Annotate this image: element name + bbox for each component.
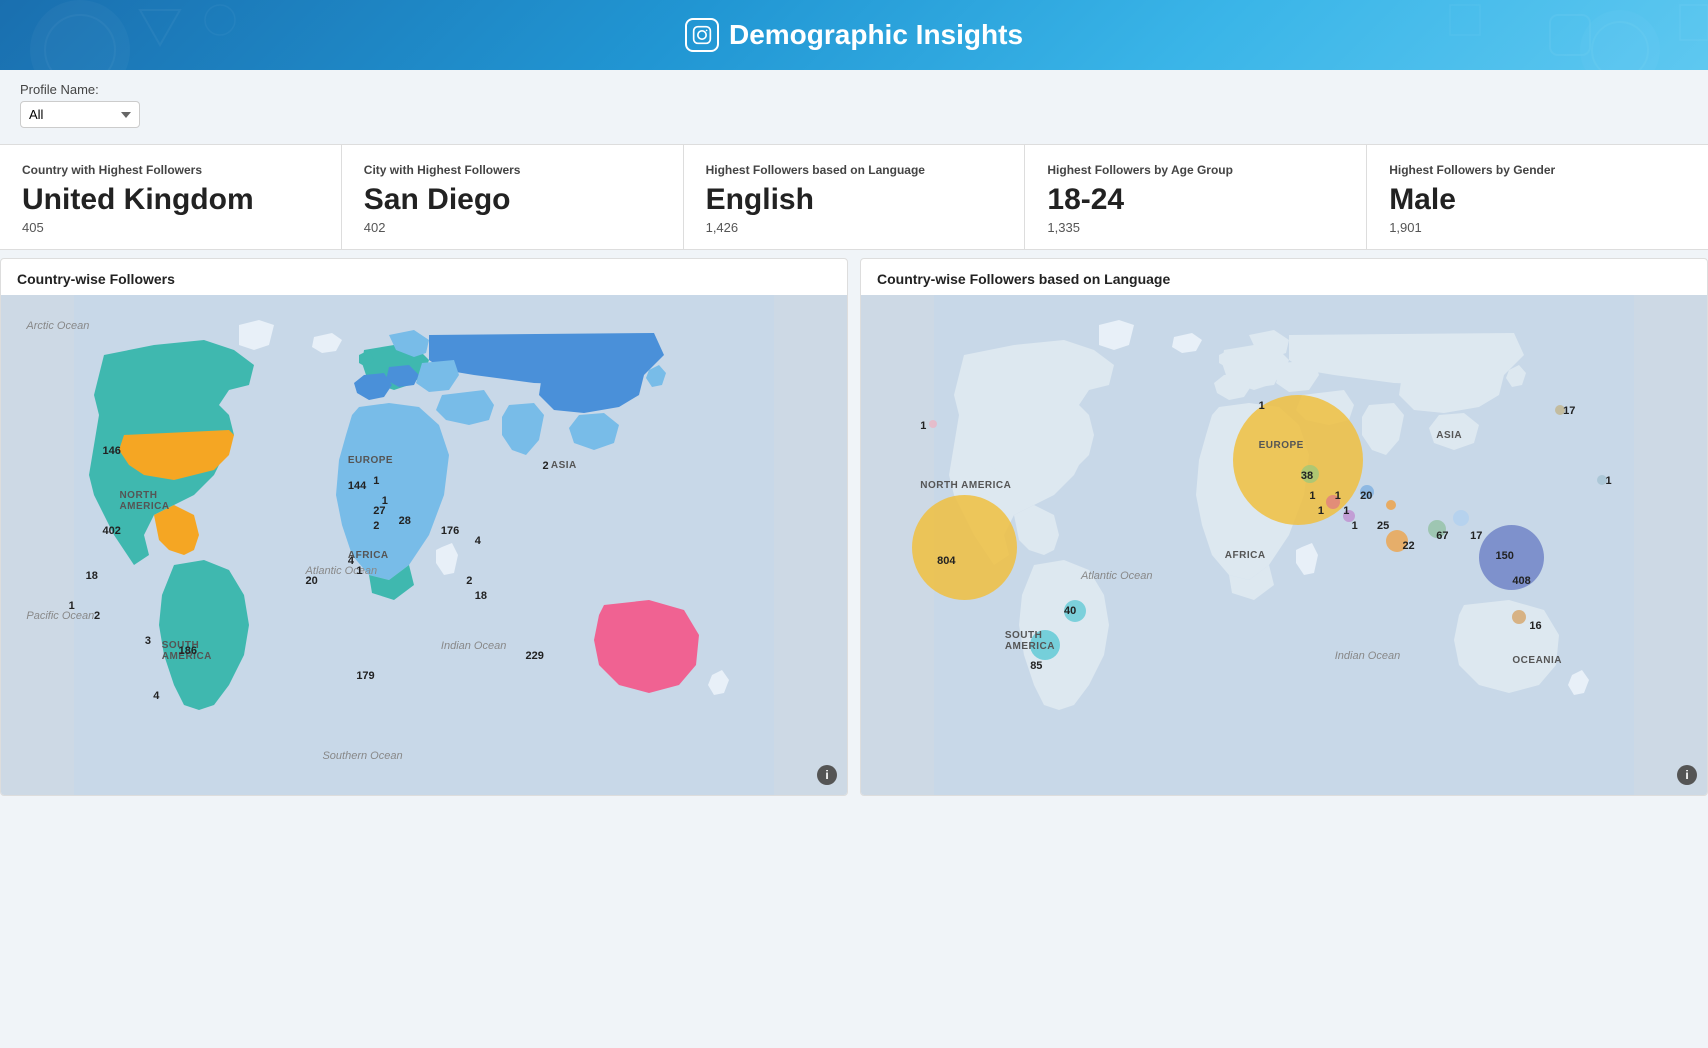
ocean-label-southern: Southern Ocean	[322, 750, 402, 762]
stat-card-gender-label: Highest Followers by Gender	[1389, 163, 1686, 177]
region-europe: EUROPE	[348, 455, 393, 466]
rmap-num-1f: 1	[1343, 505, 1349, 517]
stat-card-age-value: 18-24	[1047, 183, 1344, 216]
rmap-num-20: 20	[1360, 490, 1372, 502]
map-num-2d: 2	[542, 460, 548, 472]
rmap-num-804: 804	[937, 555, 955, 567]
map-num-144: 144	[348, 480, 366, 492]
header-title: Demographic Insights	[0, 18, 1708, 52]
rmap-num-1d: 1	[1318, 505, 1324, 517]
map-num-2b: 2	[373, 520, 379, 532]
region-label-sa: SOUTHAMERICA	[1005, 630, 1055, 652]
right-map-container: NORTH AMERICA SOUTHAMERICA EUROPE AFRICA…	[861, 295, 1707, 795]
right-map-title: Country-wise Followers based on Language	[861, 259, 1707, 295]
stat-card-age-label: Highest Followers by Age Group	[1047, 163, 1344, 177]
rmap-num-17b: 17	[1563, 405, 1575, 417]
stat-card-city-value: San Diego	[364, 183, 661, 216]
bubble-eu5	[1386, 500, 1396, 510]
map-num-1d: 1	[356, 565, 362, 577]
stat-card-age-count: 1,335	[1047, 220, 1344, 235]
map-num-1b: 1	[373, 475, 379, 487]
map-num-20: 20	[306, 575, 318, 587]
ocean-label-right-indian: Indian Ocean	[1335, 650, 1400, 662]
page-header: Demographic Insights	[0, 0, 1708, 70]
profile-section: Profile Name: All Profile 1 Profile 2	[0, 70, 1708, 136]
map-num-4b: 4	[348, 555, 354, 567]
map-num-4c: 4	[475, 535, 481, 547]
map-num-18b: 18	[475, 590, 487, 602]
rmap-num-1g: 1	[1352, 520, 1358, 532]
right-map-panel: Country-wise Followers based on Language	[860, 258, 1708, 796]
bubble-na-small	[929, 420, 937, 428]
region-asia: ASIA	[551, 460, 577, 471]
rmap-num-150: 150	[1496, 550, 1514, 562]
rmap-num-1a: 1	[920, 420, 926, 432]
stat-card-country: Country with Highest Followers United Ki…	[0, 145, 342, 249]
rmap-num-1b: 1	[1259, 400, 1265, 412]
map-num-28: 28	[399, 515, 411, 527]
map-num-2c: 2	[466, 575, 472, 587]
map-num-229: 229	[526, 650, 544, 662]
stat-card-gender-value: Male	[1389, 183, 1686, 216]
ocean-label-arctic: Arctic Ocean	[26, 320, 89, 332]
map-num-2a: 2	[94, 610, 100, 622]
rmap-num-67: 67	[1436, 530, 1448, 542]
stat-card-language-label: Highest Followers based on Language	[706, 163, 1003, 177]
stat-cards-row: Country with Highest Followers United Ki…	[0, 144, 1708, 250]
maps-row: Country-wise Followers	[0, 258, 1708, 808]
bubble-english-na	[912, 495, 1017, 600]
rmap-num-16: 16	[1529, 620, 1541, 632]
rmap-num-1h: 1	[1605, 475, 1611, 487]
left-map-title: Country-wise Followers	[1, 259, 847, 295]
stat-card-language-count: 1,426	[706, 220, 1003, 235]
stat-card-age: Highest Followers by Age Group 18-24 1,3…	[1025, 145, 1367, 249]
stat-card-city: City with Highest Followers San Diego 40…	[342, 145, 684, 249]
map-num-27: 27	[373, 505, 385, 517]
ocean-label-indian: Indian Ocean	[441, 640, 506, 652]
map-num-1a: 1	[69, 600, 75, 612]
map-num-402: 402	[103, 525, 121, 537]
map-num-146: 146	[103, 445, 121, 457]
region-north-america: NORTHAMERICA	[119, 490, 169, 512]
map-num-186: 186	[179, 645, 197, 657]
map-num-179: 179	[356, 670, 374, 682]
rmap-num-408: 408	[1512, 575, 1530, 587]
ocean-label-pacific: Pacific Ocean	[26, 610, 94, 622]
rmap-num-25: 25	[1377, 520, 1389, 532]
rmap-num-22: 22	[1402, 540, 1414, 552]
instagram-icon	[685, 18, 719, 52]
rmap-num-38: 38	[1301, 470, 1313, 482]
map-num-3: 3	[145, 635, 151, 647]
region-label-na: NORTH AMERICA	[920, 480, 1011, 491]
region-label-af: AFRICA	[1225, 550, 1266, 561]
stat-card-language: Highest Followers based on Language Engl…	[684, 145, 1026, 249]
profile-label: Profile Name:	[20, 82, 1688, 97]
map-num-18: 18	[86, 570, 98, 582]
stat-card-country-value: United Kingdom	[22, 183, 319, 216]
rmap-num-1e: 1	[1335, 490, 1341, 502]
stat-card-country-count: 405	[22, 220, 319, 235]
right-map-info-button[interactable]: i	[1677, 765, 1697, 785]
stat-card-gender-count: 1,901	[1389, 220, 1686, 235]
left-map-panel: Country-wise Followers	[0, 258, 848, 796]
rmap-num-1c: 1	[1309, 490, 1315, 502]
ocean-label-right-atlantic: Atlantic Ocean	[1081, 570, 1153, 582]
stat-card-language-value: English	[706, 183, 1003, 216]
left-map-info-button[interactable]: i	[817, 765, 837, 785]
map-num-176: 176	[441, 525, 459, 537]
stat-card-city-count: 402	[364, 220, 661, 235]
stat-card-country-label: Country with Highest Followers	[22, 163, 319, 177]
region-label-eu: EUROPE	[1259, 440, 1304, 451]
stat-card-gender: Highest Followers by Gender Male 1,901	[1367, 145, 1708, 249]
profile-select[interactable]: All Profile 1 Profile 2	[20, 101, 140, 128]
region-label-as: ASIA	[1436, 430, 1462, 441]
left-map-container: Arctic Ocean Pacific Ocean Atlantic Ocea…	[1, 295, 847, 795]
rmap-num-85: 85	[1030, 660, 1042, 672]
stat-card-city-label: City with Highest Followers	[364, 163, 661, 177]
rmap-num-40: 40	[1064, 605, 1076, 617]
map-num-4a: 4	[153, 690, 159, 702]
region-label-oceania: OCEANIA	[1512, 655, 1562, 666]
rmap-num-17a: 17	[1470, 530, 1482, 542]
